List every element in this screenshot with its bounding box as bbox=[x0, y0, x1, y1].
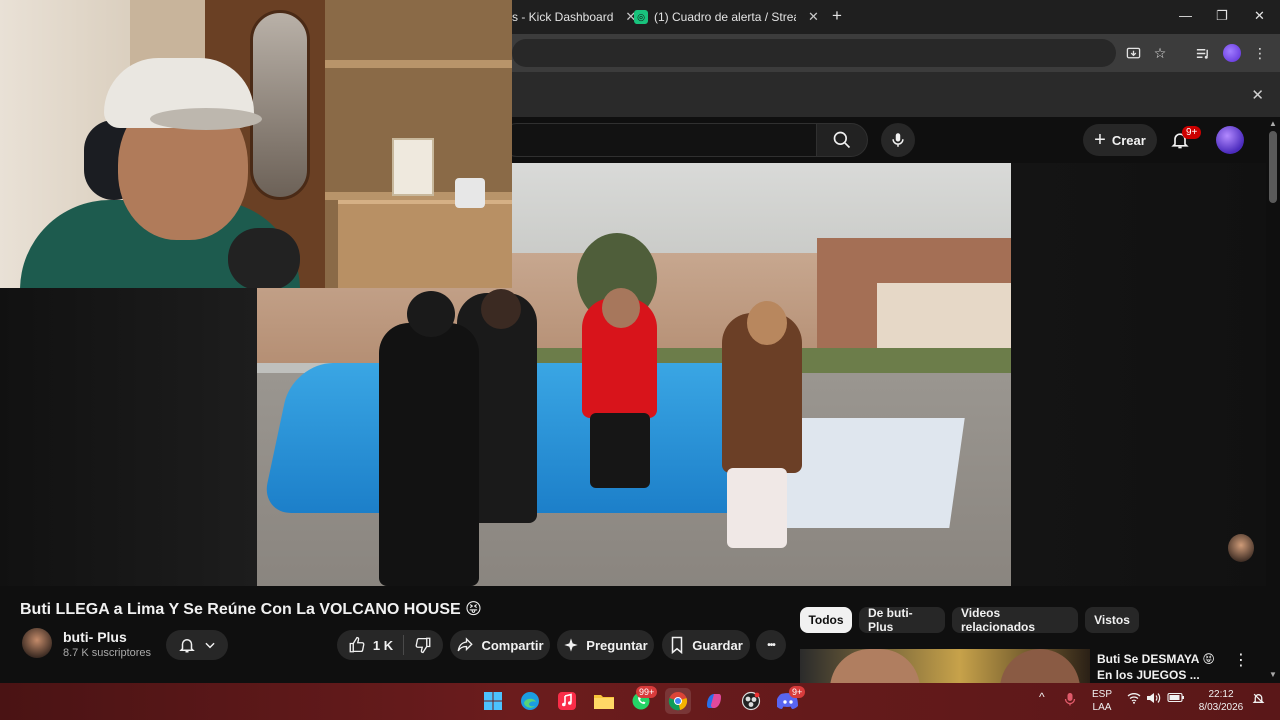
obs-icon[interactable] bbox=[738, 688, 764, 714]
chip-related[interactable]: Videos relacionados bbox=[952, 606, 1078, 634]
chip-channel[interactable]: De buti- Plus bbox=[859, 606, 945, 634]
create-button[interactable]: + Crear bbox=[1083, 124, 1157, 156]
account-avatar[interactable] bbox=[1216, 126, 1244, 154]
ask-button[interactable]: Preguntar bbox=[557, 630, 654, 660]
channel-name[interactable]: buti- Plus bbox=[63, 629, 127, 645]
webcam-overlay bbox=[0, 0, 512, 288]
save-label: Guardar bbox=[692, 637, 743, 653]
like-dislike-group: 1 K bbox=[337, 630, 443, 660]
more-actions-button[interactable]: ••• bbox=[756, 630, 786, 660]
share-label: Compartir bbox=[481, 637, 544, 653]
menu-kebab-icon[interactable]: ⋮ bbox=[1251, 44, 1269, 62]
subscription-notifications-button[interactable] bbox=[166, 630, 228, 660]
language-code: ESP bbox=[1091, 689, 1112, 700]
whatsapp-badge: 99+ bbox=[636, 686, 658, 698]
notifications-badge: 9+ bbox=[1182, 126, 1202, 139]
ask-label: Preguntar bbox=[586, 637, 648, 653]
share-icon bbox=[458, 637, 474, 652]
profile-avatar[interactable] bbox=[1223, 44, 1241, 62]
wifi-icon[interactable] bbox=[1127, 692, 1141, 707]
close-icon[interactable]: ✕ bbox=[1251, 86, 1264, 104]
clock[interactable]: 22:12 8/03/2026 bbox=[1193, 688, 1249, 714]
edge-icon[interactable] bbox=[517, 688, 543, 714]
new-tab-button[interactable]: + bbox=[832, 6, 842, 26]
like-button[interactable]: 1 K bbox=[348, 636, 393, 654]
voice-search-button[interactable] bbox=[881, 123, 915, 157]
thumbs-down-icon bbox=[415, 637, 431, 654]
search-input[interactable] bbox=[500, 123, 816, 157]
copilot-icon[interactable] bbox=[701, 688, 727, 714]
bookmark-star-icon[interactable]: ☆ bbox=[1151, 44, 1169, 62]
tab-kick-dashboard[interactable]: s - Kick Dashboard ✕ bbox=[512, 6, 636, 28]
discord-badge: 9+ bbox=[789, 686, 806, 698]
battery-icon[interactable] bbox=[1167, 692, 1185, 706]
screen: s - Kick Dashboard ✕ ◎ (1) Cuadro de ale… bbox=[0, 0, 1280, 720]
chrome-icon[interactable] bbox=[665, 688, 691, 714]
maximize-button[interactable]: ❐ bbox=[1216, 8, 1228, 24]
page-scrollbar[interactable]: ▲ ▼ bbox=[1266, 117, 1280, 683]
volume-icon[interactable] bbox=[1146, 692, 1161, 707]
create-label: Crear bbox=[1111, 132, 1146, 148]
channel-watermark-avatar[interactable] bbox=[1228, 534, 1254, 562]
chevron-down-icon bbox=[204, 642, 215, 649]
scroll-down-icon[interactable]: ▼ bbox=[1269, 670, 1277, 679]
streamlabs-icon: ◎ bbox=[634, 10, 648, 24]
microphone-icon bbox=[892, 133, 904, 147]
plus-icon: + bbox=[1094, 129, 1106, 151]
close-window-button[interactable]: ✕ bbox=[1254, 8, 1265, 24]
more-horizontal-icon: ••• bbox=[767, 639, 775, 651]
file-explorer-icon[interactable] bbox=[591, 688, 617, 714]
channel-avatar[interactable] bbox=[22, 628, 52, 658]
windows-start-icon[interactable] bbox=[480, 688, 506, 714]
video-title: Buti LLEGA a Lima Y Se Reúne Con La VOLC… bbox=[20, 601, 482, 618]
minimize-button[interactable]: — bbox=[1179, 8, 1192, 23]
recommendation-title[interactable]: Buti Se DESMAYA 😝 En los JUEGOS ... bbox=[1097, 651, 1232, 683]
thumbs-up-icon bbox=[349, 636, 365, 653]
recommendation-thumbnail[interactable] bbox=[800, 649, 1090, 683]
notification-bell-icon[interactable] bbox=[1252, 692, 1265, 708]
clock-date: 8/03/2026 bbox=[1198, 702, 1244, 713]
microphone-icon[interactable] bbox=[1064, 692, 1076, 709]
close-icon[interactable]: ✕ bbox=[808, 9, 819, 25]
keyboard-layout: LAA bbox=[1092, 702, 1112, 713]
clock-time: 22:12 bbox=[1208, 689, 1234, 700]
omnibox[interactable] bbox=[512, 39, 1116, 67]
media-controls-icon[interactable] bbox=[1193, 44, 1211, 62]
dislike-button[interactable] bbox=[414, 636, 432, 654]
tab-streamlabs-alert[interactable]: ◎ (1) Cuadro de alerta / Streamlat ✕ bbox=[634, 6, 819, 28]
tab-label: (1) Cuadro de alerta / Streamlat bbox=[654, 10, 796, 24]
scrollbar-thumb[interactable] bbox=[1269, 131, 1277, 203]
input-language[interactable]: ESP LAA bbox=[1088, 688, 1116, 714]
save-button[interactable]: Guardar bbox=[662, 630, 750, 660]
search-button[interactable] bbox=[816, 123, 868, 157]
bookmark-icon bbox=[671, 636, 683, 654]
tray-overflow-chevron[interactable]: ^ bbox=[1039, 690, 1045, 704]
chip-watched[interactable]: Vistos bbox=[1085, 607, 1139, 633]
scroll-up-icon[interactable]: ▲ bbox=[1269, 119, 1277, 128]
sparkle-icon bbox=[564, 638, 578, 652]
chip-todos[interactable]: Todos bbox=[800, 607, 852, 633]
tab-label: s - Kick Dashboard bbox=[512, 10, 614, 24]
music-icon[interactable] bbox=[554, 688, 580, 714]
subscriber-count: 8.7 K suscriptores bbox=[63, 647, 152, 659]
share-button[interactable]: Compartir bbox=[450, 630, 550, 660]
like-count: 1 K bbox=[372, 637, 394, 653]
more-vertical-icon[interactable]: ⋮ bbox=[1233, 650, 1249, 670]
bell-icon bbox=[178, 639, 195, 653]
search-icon bbox=[833, 131, 851, 149]
install-app-icon[interactable] bbox=[1124, 44, 1142, 62]
